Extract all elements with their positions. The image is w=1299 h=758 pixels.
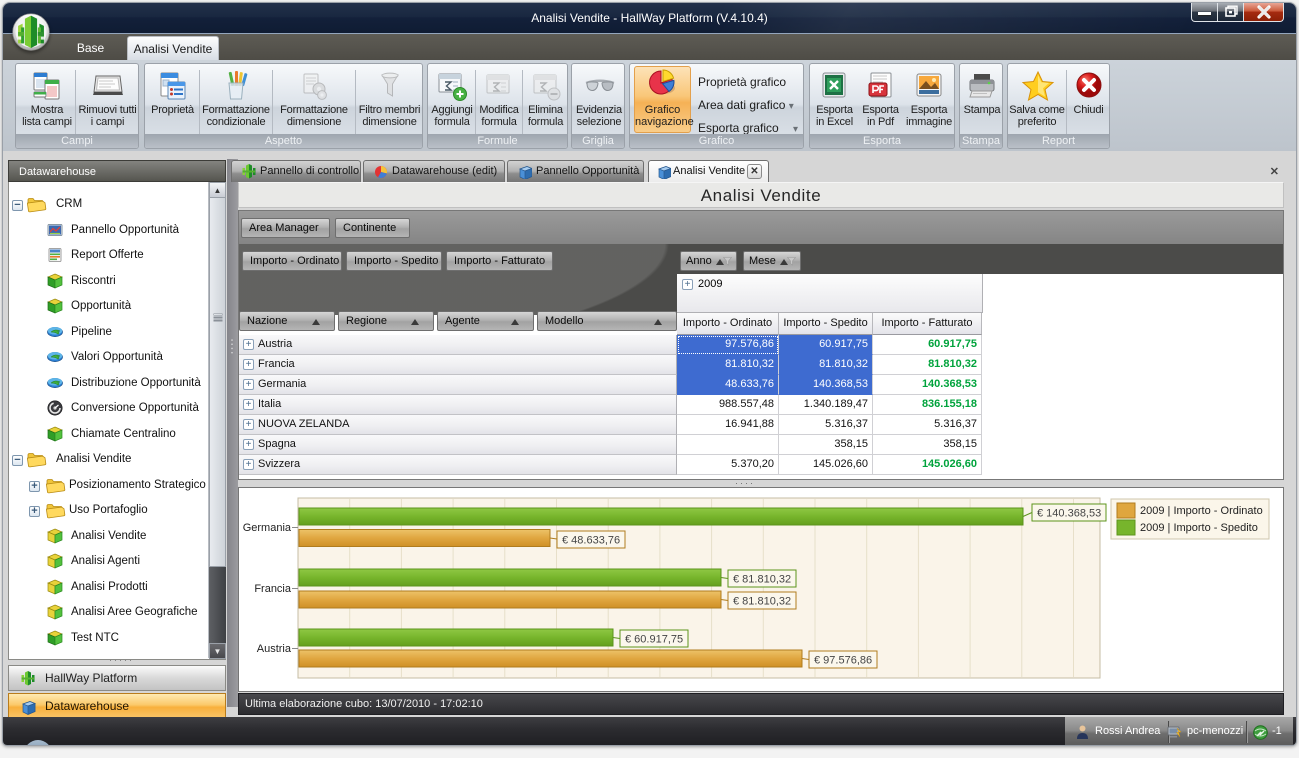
- svg-text:Francia: Francia: [254, 583, 292, 595]
- svg-text:Austria: Austria: [257, 643, 292, 655]
- svg-text:€ 97.576,86: € 97.576,86: [814, 655, 872, 667]
- svg-text:Germania: Germania: [243, 522, 292, 534]
- svg-text:€ 81.810,32: € 81.810,32: [733, 596, 791, 608]
- svg-text:2009 | Importo - Spedito: 2009 | Importo - Spedito: [1140, 522, 1258, 534]
- svg-text:€ 48.633,76: € 48.633,76: [562, 535, 620, 547]
- svg-text:€ 81.810,32: € 81.810,32: [733, 574, 791, 586]
- svg-text:2009 | Importo - Ordinato: 2009 | Importo - Ordinato: [1140, 505, 1263, 517]
- svg-text:€ 140.368,53: € 140.368,53: [1037, 508, 1101, 520]
- svg-text:€ 60.917,75: € 60.917,75: [625, 634, 683, 646]
